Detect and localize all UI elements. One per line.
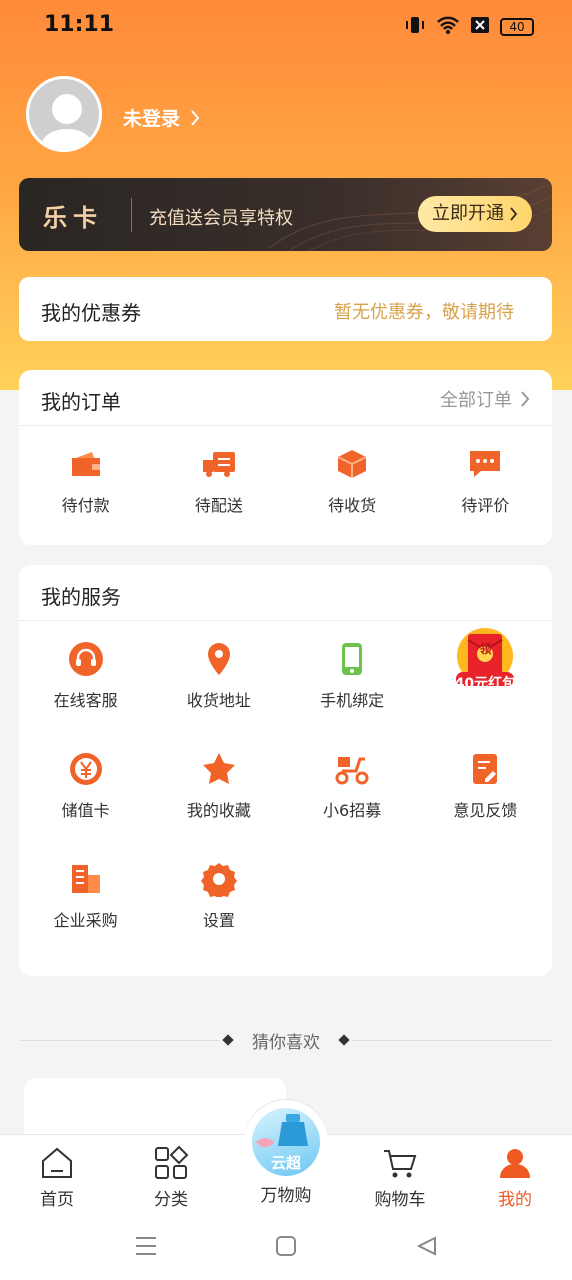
service-settings[interactable]: 设置: [152, 841, 285, 951]
tab-category[interactable]: 分类: [114, 1135, 228, 1215]
scooter-icon: [335, 757, 369, 785]
tab-cart-label: 购物车: [374, 1190, 426, 1210]
feedback-icon: [473, 754, 498, 784]
service-address-label: 收货地址: [186, 691, 251, 710]
service-stored-value-card[interactable]: 储值卡: [19, 731, 152, 841]
service-feedback[interactable]: 意见反馈: [419, 731, 552, 841]
sim-off-icon: [470, 15, 490, 39]
red-envelope-badge: 领: [479, 641, 492, 656]
activate-button-label: 立即开通: [432, 203, 504, 224]
tab-mine[interactable]: 我的: [458, 1135, 572, 1215]
service-feedback-label: 意见反馈: [453, 801, 518, 820]
truck-icon: [202, 452, 235, 477]
recommend-divider: 猜你喜欢: [0, 1026, 572, 1056]
service-favorites[interactable]: 我的收藏: [152, 731, 285, 841]
vip-card-banner[interactable]: 乐卡 充值送会员享特权 立即开通: [19, 178, 552, 251]
wifi-icon: [436, 14, 460, 40]
wallet-icon: [71, 452, 100, 476]
tab-home-label: 首页: [40, 1190, 74, 1210]
all-orders-label: 全部订单: [440, 390, 512, 411]
service-phone-binding-label: 手机绑定: [320, 691, 385, 710]
order-pending-delivery[interactable]: 待配送: [152, 426, 285, 536]
divider: [131, 198, 132, 232]
tab-category-label: 分类: [154, 1190, 188, 1210]
menu-icon[interactable]: [135, 1236, 157, 1256]
services-title: 我的服务: [41, 585, 121, 609]
service-settings-label: 设置: [202, 911, 235, 930]
chevron-right-icon: [521, 391, 530, 407]
coupon-card[interactable]: 我的优惠券 暂无优惠券，敬请期待: [19, 277, 552, 341]
order-pending-payment[interactable]: 待付款: [19, 426, 152, 536]
vibrate-icon: [404, 14, 426, 40]
cloud-mall-button[interactable]: 云超: [244, 1100, 328, 1184]
location-icon: [207, 643, 230, 675]
login-link[interactable]: 未登录: [123, 104, 200, 131]
all-orders-link[interactable]: 全部订单: [440, 386, 530, 412]
service-red-envelope-label: 40元红包: [454, 675, 517, 692]
phone-icon: [342, 643, 363, 675]
tab-cloud-mall-label: 万物购: [260, 1186, 312, 1206]
service-enterprise-purchase-label: 企业采购: [53, 911, 118, 930]
order-pending-review[interactable]: 待评价: [419, 426, 552, 536]
status-time: 11:11: [44, 12, 115, 37]
comment-icon: [470, 451, 501, 477]
order-pending-delivery-label: 待配送: [194, 496, 243, 515]
star-icon: [202, 753, 235, 784]
login-label: 未登录: [123, 108, 181, 130]
service-address[interactable]: 收货地址: [152, 621, 285, 731]
tab-cart[interactable]: 购物车: [343, 1135, 457, 1215]
home-icon: [42, 1147, 72, 1178]
headset-icon: [68, 642, 103, 676]
back-icon[interactable]: [417, 1236, 437, 1256]
yen-coin-icon: [69, 753, 102, 785]
avatar[interactable]: [26, 76, 102, 152]
orders-panel: 我的订单 全部订单 待付款 待配送 待收货 待评价: [19, 370, 552, 545]
tab-home[interactable]: 首页: [0, 1135, 114, 1215]
service-enterprise-purchase[interactable]: 企业采购: [19, 841, 152, 951]
service-red-envelope[interactable]: 领 40元红包: [419, 621, 552, 731]
coupon-hint: 暂无优惠券，敬请期待: [334, 302, 514, 323]
cart-icon: [384, 1150, 417, 1178]
cloud-mall-badge: 云超: [270, 1154, 301, 1172]
category-icon: [155, 1145, 189, 1179]
services-panel: 我的服务 在线客服 收货地址 手机绑定 领 40元红包 储值卡 我的收藏 小6招…: [19, 565, 552, 976]
order-pending-review-label: 待评价: [461, 496, 510, 515]
gear-icon: [200, 863, 237, 897]
status-bar: 11:11 40: [0, 0, 572, 52]
service-phone-binding[interactable]: 手机绑定: [286, 621, 419, 731]
chevron-right-icon: [510, 207, 518, 221]
system-nav-bar: [0, 1214, 572, 1280]
activate-button[interactable]: 立即开通: [418, 196, 532, 232]
service-recruitment-label: 小6招募: [323, 801, 382, 820]
order-pending-receipt[interactable]: 待收货: [286, 426, 419, 536]
order-pending-payment-label: 待付款: [61, 496, 110, 515]
package-icon: [337, 450, 367, 478]
service-online-support[interactable]: 在线客服: [19, 621, 152, 731]
service-recruitment[interactable]: 小6招募: [286, 731, 419, 841]
order-pending-receipt-label: 待收货: [328, 496, 377, 515]
vip-card-logo: 乐卡: [43, 203, 103, 232]
coupon-title: 我的优惠券: [41, 301, 141, 325]
tab-mine-label: 我的: [498, 1190, 532, 1210]
building-icon: [71, 865, 100, 893]
user-icon: [500, 1149, 530, 1178]
service-online-support-label: 在线客服: [53, 691, 118, 710]
vip-card-desc: 充值送会员享特权: [149, 208, 293, 229]
service-stored-value-card-label: 储值卡: [61, 801, 110, 820]
home-nav-icon[interactable]: [276, 1236, 296, 1256]
battery-indicator: 40: [500, 18, 534, 36]
orders-title: 我的订单: [41, 390, 121, 414]
chevron-right-icon: [191, 109, 200, 126]
service-favorites-label: 我的收藏: [186, 801, 251, 820]
